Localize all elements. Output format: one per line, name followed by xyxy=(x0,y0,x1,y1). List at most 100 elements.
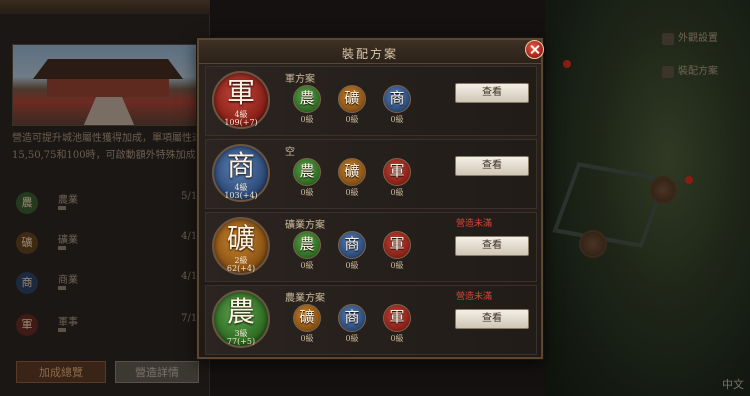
attribute-slot: 農 0級 xyxy=(293,158,323,198)
city-build-panel: 營造可提升城池屬性獲得加成，單項屬性達到15,50,75和100時，可啟動額外特… xyxy=(0,0,212,396)
attribute-slot: 商 0級 xyxy=(383,85,413,125)
main-attribute-count: 62(+4) xyxy=(226,264,256,273)
attribute-level: 0級 xyxy=(345,261,359,270)
attribute-slot: 礦 0級 xyxy=(293,304,323,344)
loadout-plan-button[interactable]: 裝配方案 xyxy=(662,64,718,80)
stat-bar xyxy=(58,246,66,250)
agriculture-icon: 農 xyxy=(16,192,38,214)
main-attribute-badge: 軍 4級 109(+7) xyxy=(212,71,270,129)
appearance-settings-button[interactable]: 外觀設置 xyxy=(662,31,718,47)
stat-row-agriculture[interactable]: 農 農業 5/100 xyxy=(16,188,210,218)
plan-title: 軍方案 xyxy=(285,74,315,85)
palace-image xyxy=(12,44,208,126)
attribute-slot: 商 0級 xyxy=(338,231,368,271)
view-plan-button[interactable]: 查看 xyxy=(455,309,529,329)
attribute-glyph: 軍 xyxy=(389,235,405,253)
attribute-level: 0級 xyxy=(390,115,404,124)
attribute-slot: 農 0級 xyxy=(293,231,323,271)
main-attribute-badge: 農 3級 77(+5) xyxy=(212,290,270,348)
stat-bar xyxy=(58,328,66,332)
attribute-level: 0級 xyxy=(390,188,404,197)
attribute-slot: 礦 0級 xyxy=(338,158,368,198)
agriculture-plan-row: 農 3級 77(+5) 農業方案 營造未滿礦 0級 商 0級 軍 0級 查看 xyxy=(205,285,537,355)
loadout-plan-dialog: 裝配方案 軍 4級 109(+7) 軍方案農 0級礦 0級商 0級 查看商 4級 103(+4) 空… xyxy=(197,38,544,359)
attribute-glyph: 礦 xyxy=(344,162,360,180)
stat-bar xyxy=(58,206,66,210)
build-incomplete-warning: 營造未滿 xyxy=(455,292,493,302)
main-attribute-badge: 商 4級 103(+4) xyxy=(212,144,270,202)
loadout-label: 裝配方案 xyxy=(678,66,718,77)
city-wall xyxy=(552,162,668,248)
attribute-level: 0級 xyxy=(300,188,314,197)
plan-title: 礦業方案 xyxy=(285,220,325,231)
dialog-title: 裝配方案 xyxy=(341,47,398,61)
map-alert-dot xyxy=(685,176,693,184)
attribute-glyph: 軍 xyxy=(389,308,405,326)
attribute-slot: 商 0級 xyxy=(338,304,368,344)
mining-icon: 礦 xyxy=(16,232,38,254)
commerce-icon: 商 xyxy=(16,272,38,294)
game-screen: 營造可提升城池屬性獲得加成，單項屬性達到15,50,75和100時，可啟動額外特… xyxy=(0,0,750,396)
stat-row-mining[interactable]: 礦 礦業 4/100 xyxy=(16,228,210,258)
map-alert-dot xyxy=(563,60,571,68)
close-icon[interactable] xyxy=(525,40,544,59)
stat-bar xyxy=(58,286,66,290)
stat-row-commerce[interactable]: 商 商業 4/100 xyxy=(16,268,210,298)
mining-plan-row: 礦 2級 62(+4) 礦業方案 營造未滿農 0級 商 0級 軍 0級 查看 xyxy=(205,212,537,282)
build-incomplete-warning: 營造未滿 xyxy=(455,219,493,229)
main-attribute-badge: 礦 2級 62(+4) xyxy=(212,217,270,275)
attribute-glyph: 礦 xyxy=(344,89,360,107)
map-node[interactable] xyxy=(579,230,607,258)
stat-row-military[interactable]: 軍 軍事 7/100 xyxy=(16,310,210,340)
attribute-glyph: 礦 xyxy=(299,308,315,326)
stat-name: 礦業 xyxy=(58,235,78,246)
stat-name: 商業 xyxy=(58,275,78,286)
build-detail-button[interactable]: 營造詳情 xyxy=(115,361,199,383)
map-node[interactable] xyxy=(649,176,677,204)
stat-name: 農業 xyxy=(58,195,78,206)
view-plan-button[interactable]: 查看 xyxy=(455,156,529,176)
main-attribute-glyph: 礦 xyxy=(226,222,255,255)
view-plan-button[interactable]: 查看 xyxy=(455,83,529,103)
main-attribute-glyph: 商 xyxy=(226,149,255,182)
attribute-level: 0級 xyxy=(345,188,359,197)
bonus-overview-button[interactable]: 加成總覽 xyxy=(16,361,106,383)
military-plan-row: 軍 4級 109(+7) 軍方案農 0級 礦 0級 商 0級 查看 xyxy=(205,66,537,136)
attribute-glyph: 軍 xyxy=(389,162,405,180)
attribute-glyph: 農 xyxy=(299,235,315,253)
dialog-header: 裝配方案 xyxy=(199,40,541,64)
attribute-level: 0級 xyxy=(300,115,314,124)
appearance-label: 外觀設置 xyxy=(678,33,718,44)
attribute-slot: 軍 0級 xyxy=(383,158,413,198)
build-description: 營造可提升城池屬性獲得加成，單項屬性達到15,50,75和100時，可啟動額外特… xyxy=(12,133,212,161)
main-attribute-count: 103(+4) xyxy=(224,191,258,200)
attribute-slot: 軍 0級 xyxy=(383,304,413,344)
attribute-glyph: 商 xyxy=(389,89,405,107)
world-map[interactable]: 中文 xyxy=(545,0,750,396)
attribute-level: 0級 xyxy=(300,261,314,270)
attribute-glyph: 商 xyxy=(344,235,360,253)
plan-title: 農業方案 xyxy=(285,293,325,304)
main-attribute-glyph: 軍 xyxy=(226,76,255,109)
attribute-slot: 軍 0級 xyxy=(383,231,413,271)
stat-name: 軍事 xyxy=(58,317,78,328)
loadout-icon xyxy=(662,65,674,78)
attribute-level: 0級 xyxy=(345,115,359,124)
plan-title: 空 xyxy=(285,147,295,158)
view-plan-button[interactable]: 查看 xyxy=(455,236,529,256)
map-corner-label: 中文 xyxy=(722,378,744,391)
attribute-glyph: 農 xyxy=(299,89,315,107)
attribute-level: 0級 xyxy=(390,261,404,270)
attribute-level: 0級 xyxy=(300,334,314,343)
attribute-level: 0級 xyxy=(390,334,404,343)
attribute-level: 0級 xyxy=(345,334,359,343)
empty-plan-row: 商 4級 103(+4) 空農 0級 礦 0級 軍 0級 查看 xyxy=(205,139,537,209)
main-attribute-count: 77(+5) xyxy=(226,337,256,346)
panel-top-strip xyxy=(0,0,210,14)
attribute-slot: 礦 0級 xyxy=(338,85,368,125)
attribute-glyph: 農 xyxy=(299,162,315,180)
attribute-glyph: 商 xyxy=(344,308,360,326)
main-attribute-glyph: 農 xyxy=(226,295,255,328)
attribute-slot: 農 0級 xyxy=(293,85,323,125)
main-attribute-count: 109(+7) xyxy=(224,118,258,127)
